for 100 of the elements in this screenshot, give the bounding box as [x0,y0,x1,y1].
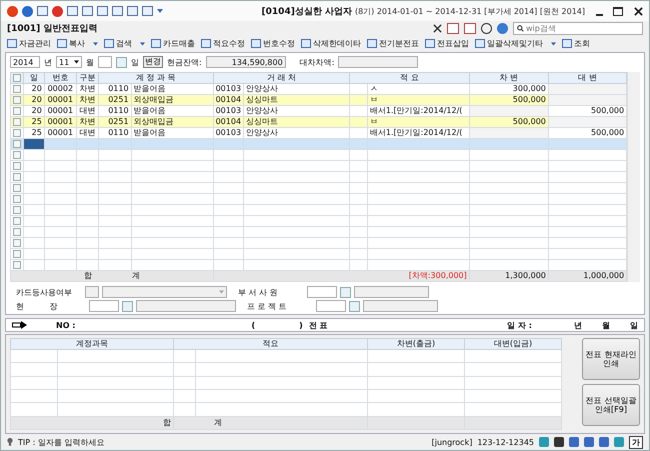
paren-text: ) [299,320,303,330]
user-text: [jungrock] [432,438,472,446]
cash-field: 134,590,800 [206,56,286,68]
total-label: 계 [132,272,140,280]
lookup-icon[interactable] [116,56,127,68]
row-checkbox[interactable] [13,85,21,93]
no-label: NO : [56,320,76,330]
project-label: 프 로 젝 트 [247,300,288,312]
table-cell: 싱싱마트 [244,94,350,106]
table-cell: 싱싱마트 [244,116,350,128]
dept-field[interactable] [307,286,337,298]
row-checkbox[interactable] [13,217,21,225]
day-label: 일 [131,56,139,68]
card-dropdown[interactable] [102,286,227,298]
year-label: 년 [44,56,52,68]
lookup-icon[interactable] [122,300,133,312]
toolbar-button[interactable]: 조회 [560,38,593,49]
toolbar-button[interactable]: 카드매출 [149,38,198,49]
scrollbar[interactable] [627,72,640,282]
row-checkbox[interactable] [13,140,21,148]
column-header: 적요 [174,338,368,350]
toolbar-button[interactable]: 검색 [102,38,148,49]
maximize-icon[interactable] [613,6,623,16]
tip-text: TIP : 일자를 입력하세요 [18,436,104,448]
column-header[interactable]: 계 정 과 목 [98,72,214,84]
search-field[interactable]: wip검색 [524,24,638,34]
year-label: 년 [574,320,582,330]
table-cell: 외상매입금 [131,94,214,106]
month-label: 월 [602,320,610,330]
total-label: 합 [163,418,171,428]
row-checkbox[interactable] [13,261,21,269]
search-box[interactable]: wip검색 [513,22,643,35]
period-text: (8기) 2014-01-01 ~ 2014-12-31 [부가세 2014] [원천 2014] [354,6,585,16]
site-field[interactable] [89,300,119,312]
total-label: 합 [84,272,92,280]
month-dropdown[interactable]: 11 [56,56,82,68]
print-button[interactable]: 전표 선택일괄 인쇄[F9] [582,384,640,426]
difference-text: [차액:300,000] [408,272,467,280]
total-cell: 1,300,000 [469,270,548,282]
print-button[interactable]: 전표 현재라인 인쇄 [582,338,640,380]
column-header[interactable]: 일 [24,72,44,84]
lookup-icon[interactable] [340,286,351,298]
toolbar-button[interactable]: 일괄삭제및기타 [473,38,559,49]
toolbar-button[interactable]: 적요수정 [199,38,248,49]
total-label: 계 [214,418,222,428]
business-number: 123-12-12345 [477,438,534,446]
language-indicator[interactable]: 가 [629,436,643,448]
site-label: 현 장 [16,300,58,312]
row-checkbox[interactable] [13,129,21,137]
column-header[interactable]: 구분 [76,72,98,84]
difference-label: 대차차액: [300,56,334,68]
project-field[interactable] [316,300,346,312]
lightbulb-icon [7,437,13,447]
column-header[interactable]: 차 변 [469,72,548,84]
row-checkbox[interactable] [13,206,21,214]
row-checkbox[interactable] [13,228,21,236]
dept-label: 부 서 사 원 [238,286,279,298]
toolbar-button[interactable]: 삭제한데이타 [299,38,364,49]
row-checkbox[interactable] [13,107,21,115]
row-checkbox[interactable] [13,96,21,104]
date-label: 일 자 : [507,320,532,330]
select-all-checkbox[interactable] [13,74,21,82]
row-checkbox[interactable] [13,239,21,247]
column-header: 대변(입금) [464,338,562,350]
screen-title: [1001] 일반전표입력 [7,23,98,35]
day-field[interactable] [98,56,112,68]
toolbar-button[interactable]: 자금관리 [5,38,54,49]
paren-text: ( [251,320,256,330]
toolbar-button[interactable]: 복사 [55,38,101,49]
arrow-icon [12,321,28,329]
card-label: 카드등사용여부 [16,286,73,298]
day-label: 일 [630,320,638,330]
row-checkbox[interactable] [13,151,21,159]
column-header[interactable]: 번호 [44,72,76,84]
year-field[interactable]: 2014 [10,56,40,68]
table-cell: 500,000 [469,116,548,128]
table-cell: 외상매입금 [131,116,214,128]
row-checkbox[interactable] [13,162,21,170]
total-cell: 1,000,000 [548,270,627,282]
change-button[interactable]: 변경 [143,56,163,68]
column-header: 차변(출금) [368,338,464,350]
row-checkbox[interactable] [13,173,21,181]
toolbar-button[interactable]: 전표삽입 [423,38,472,49]
caret-icon[interactable] [74,60,79,64]
company-title: [0104]성실한 사업자 [262,6,352,18]
row-checkbox[interactable] [13,250,21,258]
row-checkbox[interactable] [13,195,21,203]
lookup-icon[interactable] [349,300,360,312]
row-checkbox[interactable] [13,118,21,126]
card-field[interactable] [85,286,99,298]
cash-label: 현금잔액: [167,56,202,68]
column-header[interactable]: 거 래 처 [213,72,350,84]
row-checkbox[interactable] [13,184,21,192]
table-cell: ㅂ [367,94,470,106]
voucher-label: 전 표 [308,320,328,330]
column-header[interactable]: 적 요 [350,72,470,84]
toolbar-button[interactable]: 번호수정 [249,38,298,49]
column-header[interactable]: 대 변 [548,72,627,84]
toolbar-button[interactable]: 전기분전표 [365,38,422,49]
month-label: 월 [86,56,94,68]
